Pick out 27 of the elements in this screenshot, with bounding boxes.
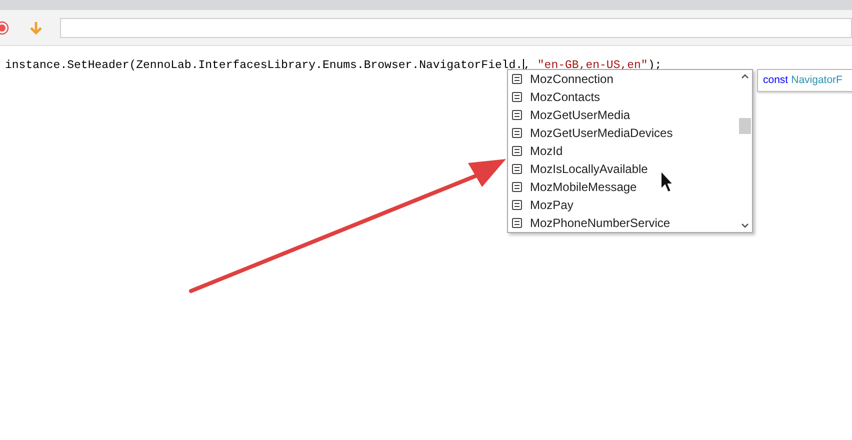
keyword: const — [763, 72, 788, 88]
completion-item[interactable]: MozContacts — [508, 88, 738, 106]
field-icon — [512, 146, 522, 156]
field-icon — [512, 200, 522, 210]
completion-item[interactable]: MozIsLocallyAvailable — [508, 160, 738, 178]
field-icon — [512, 182, 522, 192]
completion-item[interactable]: MozGetUserMedia — [508, 106, 738, 124]
completion-item[interactable]: MozGetUserMediaDevices — [508, 124, 738, 142]
address-field[interactable] — [60, 18, 852, 38]
field-icon — [512, 74, 522, 84]
record-icon[interactable] — [0, 20, 10, 34]
down-arrow-icon[interactable] — [28, 20, 44, 36]
completion-item[interactable]: MozId — [508, 142, 738, 160]
completion-item[interactable]: MozMobileMessage — [508, 178, 738, 196]
field-icon — [512, 110, 522, 120]
type-name: NavigatorF — [791, 72, 842, 88]
completion-item[interactable]: MozPay — [508, 196, 738, 214]
scroll-down-icon[interactable] — [741, 223, 749, 228]
completion-item[interactable]: MozPhoneNumberService — [508, 214, 738, 232]
field-icon — [512, 218, 522, 228]
field-icon — [512, 128, 522, 138]
field-icon — [512, 164, 522, 174]
scroll-up-icon[interactable] — [741, 74, 749, 79]
scroll-thumb[interactable] — [739, 118, 751, 134]
completion-item[interactable]: MozConnection — [508, 70, 738, 88]
field-icon — [512, 92, 522, 102]
mouse-pointer-icon — [660, 170, 674, 194]
